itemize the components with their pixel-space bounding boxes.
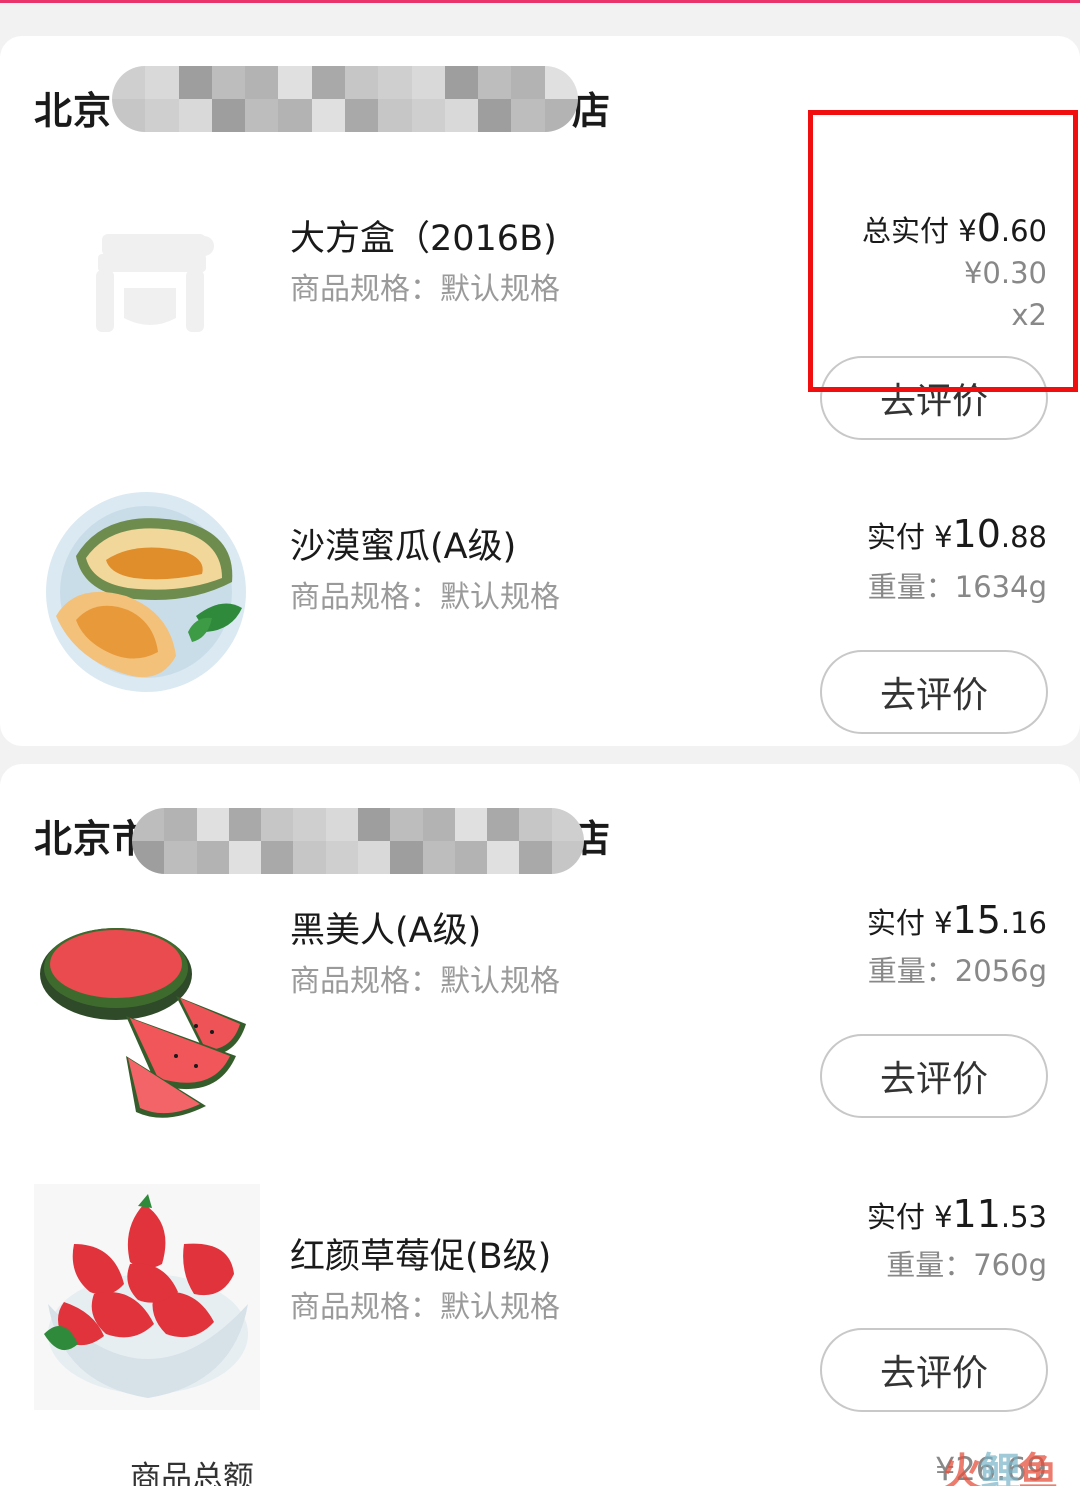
redacted-store-name — [112, 66, 578, 132]
spec-value: 默认规格 — [440, 580, 560, 615]
paid-amount: 实付 ¥15.16 — [867, 898, 1047, 942]
quantity: x2 — [1011, 298, 1047, 332]
item-title: 大方盒（2016B) — [290, 219, 557, 259]
price-decimal: .53 — [1000, 1200, 1047, 1234]
strawberry-image — [34, 1184, 260, 1410]
goods-total-label: 商品总额 — [130, 1460, 254, 1486]
paid-amount: 实付 ¥11.53 — [867, 1192, 1047, 1236]
review-button[interactable]: 去评价 — [820, 1328, 1048, 1412]
price-label: 实付 — [866, 906, 925, 940]
total-paid: 总实付 ¥0.60 — [862, 206, 1047, 250]
currency: ¥ — [934, 1200, 953, 1234]
item-weight: 重量：1634g — [867, 570, 1047, 604]
spec-label: 商品规格： — [290, 964, 440, 999]
item-title: 红颜草莓促(B级) — [290, 1237, 552, 1277]
item-title: 沙漠蜜瓜(A级) — [290, 527, 517, 567]
store-card: 北京市 店 黑美人(A级) 商品规格：默认规格 实付 ¥15.16 重量：205… — [0, 764, 1080, 1486]
spec-value: 默认规格 — [440, 1290, 560, 1325]
box-icon — [36, 180, 262, 406]
price-integer: 15 — [952, 898, 1001, 942]
melon-image — [36, 486, 262, 712]
price-integer: 0 — [976, 206, 1001, 250]
store-name[interactable]: 北京 店 — [34, 80, 610, 135]
redacted-store-name — [132, 808, 584, 874]
watermelon-image — [36, 906, 262, 1132]
price-label: 总实付 — [862, 214, 950, 248]
item-spec: 商品规格：默认规格 — [290, 956, 560, 1000]
spec-label: 商品规格： — [290, 272, 440, 307]
spec-value: 默认规格 — [440, 272, 560, 307]
item-weight: 重量：760g — [886, 1248, 1047, 1282]
item-title: 黑美人(A级) — [290, 911, 482, 951]
item-spec: 商品规格：默认规格 — [290, 1282, 560, 1326]
price-integer: 11 — [952, 1192, 1001, 1236]
store-name-suffix: 店 — [572, 89, 612, 133]
currency: ¥ — [934, 520, 953, 554]
review-button[interactable]: 去评价 — [820, 650, 1048, 734]
item-weight: 重量：2056g — [867, 954, 1047, 988]
price-label: 实付 — [866, 1200, 925, 1234]
item-spec: 商品规格：默认规格 — [290, 572, 560, 616]
store-name-prefix: 北京 — [34, 89, 113, 133]
currency: ¥ — [934, 906, 953, 940]
spec-label: 商品规格： — [290, 580, 440, 615]
price-integer: 10 — [952, 512, 1001, 556]
price-label: 实付 — [866, 520, 925, 554]
item-spec: 商品规格：默认规格 — [290, 264, 560, 308]
review-button[interactable]: 去评价 — [820, 1034, 1048, 1118]
price-decimal: .88 — [1000, 520, 1047, 554]
top-accent-bar — [0, 0, 1080, 3]
unit-price: ¥0.30 — [963, 256, 1047, 290]
review-button[interactable]: 去评价 — [820, 356, 1048, 440]
store-card: 北京 店 大方盒（2016B) 商品规格：默认规格 总实付 ¥0.60 ¥0.3… — [0, 36, 1080, 746]
spec-value: 默认规格 — [440, 964, 560, 999]
currency: ¥ — [958, 214, 977, 248]
paid-amount: 实付 ¥10.88 — [867, 512, 1047, 556]
watermark-logo: 火鲤鱼 — [942, 1450, 1058, 1486]
price-decimal: .16 — [1000, 906, 1047, 940]
price-decimal: .60 — [1000, 214, 1047, 248]
spec-label: 商品规格： — [290, 1290, 440, 1325]
